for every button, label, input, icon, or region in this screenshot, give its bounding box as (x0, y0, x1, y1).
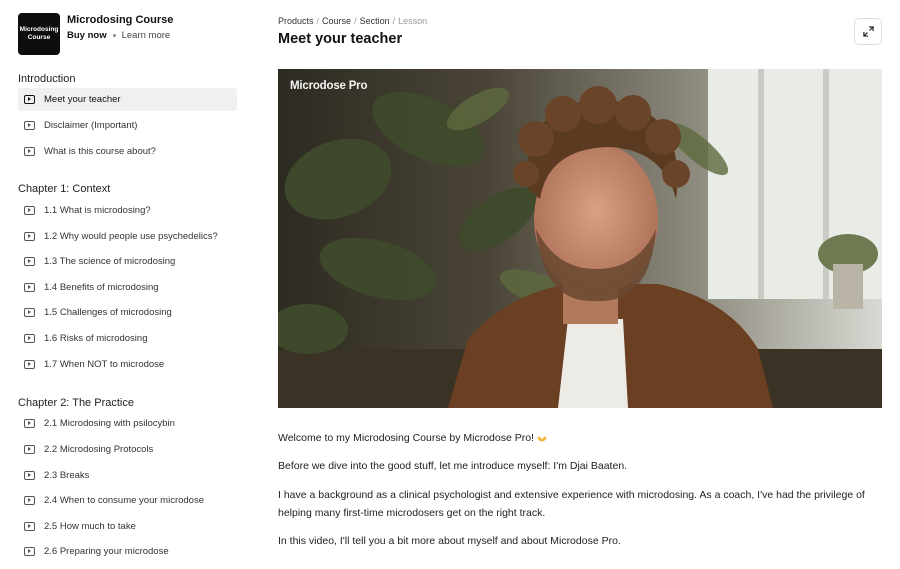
course-sidebar: Microdosing Course Microdosing Course Bu… (0, 0, 250, 569)
content-paragraph-1: Welcome to my Microdosing Course by Micr… (278, 429, 882, 447)
video-player[interactable]: Microdose Pro (278, 69, 882, 408)
lesson-item-2-3[interactable]: 2.3 Breaks (18, 464, 237, 487)
lesson-label: What is this course about? (44, 146, 156, 157)
course-logo[interactable]: Microdosing Course (18, 13, 60, 55)
content-paragraph-2: Before we dive into the good stuff, let … (278, 460, 628, 472)
lesson-label: 2.4 When to consume your microdose (44, 495, 204, 506)
lesson-label: 1.1 What is microdosing? (44, 205, 151, 216)
lesson-label: 1.7 When NOT to microdose (44, 359, 165, 370)
breadcrumb-products[interactable]: Products (278, 16, 314, 26)
lesson-item-what-is-this-course[interactable]: What is this course about? (18, 140, 237, 163)
lesson-label: 2.1 Microdosing with psilocybin (44, 418, 175, 429)
lesson-label: 2.3 Breaks (44, 470, 90, 481)
expand-button[interactable] (854, 18, 882, 45)
video-watermark: Microdose Pro (290, 80, 368, 92)
play-video-icon (24, 471, 35, 480)
play-video-icon (24, 360, 35, 369)
play-video-icon (24, 334, 35, 343)
paragraph-text: Welcome to my Microdosing Course by Micr… (278, 432, 534, 444)
product-header: Microdosing Course Microdosing Course Bu… (18, 13, 173, 55)
play-video-icon (24, 547, 35, 556)
lesson-item-1-4[interactable]: 1.4 Benefits of microdosing (18, 276, 237, 299)
lesson-item-1-2[interactable]: 1.2 Why would people use psychedelics? (18, 225, 237, 248)
logo-text-line1: Microdosing (19, 26, 59, 33)
breadcrumb-section[interactable]: Section (360, 16, 390, 26)
lesson-label: 2.5 How much to take (44, 521, 136, 532)
breadcrumb-lesson: Lesson (398, 16, 428, 26)
play-video-icon (24, 95, 35, 104)
lesson-item-1-7[interactable]: 1.7 When NOT to microdose (18, 353, 237, 376)
lesson-label: 2.2 Microdosing Protocols (44, 444, 154, 455)
learn-more-link[interactable]: Learn more (122, 30, 171, 41)
lesson-item-2-4[interactable]: 2.4 When to consume your microdose (18, 489, 237, 512)
lesson-label: 1.6 Risks of microdosing (44, 333, 148, 344)
page-title: Meet your teacher (278, 31, 403, 47)
lesson-label: Meet your teacher (44, 94, 121, 105)
lesson-item-1-3[interactable]: 1.3 The science of microdosing (18, 250, 237, 273)
lesson-item-meet-your-teacher[interactable]: Meet your teacher (18, 88, 237, 111)
breadcrumb-separator: / (392, 16, 396, 26)
play-video-icon (24, 121, 35, 130)
lesson-item-1-5[interactable]: 1.5 Challenges of microdosing (18, 301, 237, 324)
lesson-label: 1.4 Benefits of microdosing (44, 282, 159, 293)
play-video-icon (24, 147, 35, 156)
section-title-chapter-1: Chapter 1: Context (18, 183, 111, 195)
raised-hands-emoji (537, 436, 547, 442)
lesson-item-1-6[interactable]: 1.6 Risks of microdosing (18, 327, 237, 350)
breadcrumb-course[interactable]: Course (322, 16, 351, 26)
lesson-item-2-6[interactable]: 2.6 Preparing your microdose (18, 540, 237, 563)
content-paragraph-4: In this video, I'll tell you a bit more … (278, 535, 621, 547)
buy-now-link[interactable]: Buy now (67, 30, 107, 41)
expand-icon (862, 26, 874, 37)
separator-dot (112, 34, 116, 37)
logo-text-line2: Course (27, 34, 51, 41)
play-video-icon (24, 308, 35, 317)
lesson-label: 1.5 Challenges of microdosing (44, 307, 172, 318)
video-frame (278, 69, 882, 408)
lesson-item-1-1[interactable]: 1.1 What is microdosing? (18, 199, 237, 222)
breadcrumb: Products / Course / Section / Lesson (278, 16, 427, 26)
lesson-label: 2.6 Preparing your microdose (44, 546, 169, 557)
lesson-label: 1.3 The science of microdosing (44, 256, 176, 267)
lesson-item-disclaimer[interactable]: Disclaimer (Important) (18, 114, 237, 137)
breadcrumb-separator: / (316, 16, 320, 26)
product-title: Microdosing Course (67, 14, 174, 26)
play-video-icon (24, 496, 35, 505)
lesson-label: Disclaimer (Important) (44, 120, 138, 131)
play-video-icon (24, 522, 35, 531)
lesson-label: 1.2 Why would people use psychedelics? (44, 231, 218, 242)
section-title-introduction: Introduction (18, 73, 76, 85)
play-video-icon (24, 419, 35, 428)
play-video-icon (24, 257, 35, 266)
breadcrumb-separator: / (354, 16, 357, 26)
play-video-icon (24, 445, 35, 454)
content-paragraph-3: I have a background as a clinical psycho… (278, 489, 865, 519)
lesson-item-2-1[interactable]: 2.1 Microdosing with psilocybin (18, 412, 237, 435)
lesson-item-2-5[interactable]: 2.5 How much to take (18, 515, 237, 538)
section-title-chapter-2: Chapter 2: The Practice (18, 397, 134, 409)
play-video-icon (24, 206, 35, 215)
play-video-icon (24, 283, 35, 292)
play-video-icon (24, 232, 35, 241)
lesson-item-2-2[interactable]: 2.2 Microdosing Protocols (18, 438, 237, 461)
